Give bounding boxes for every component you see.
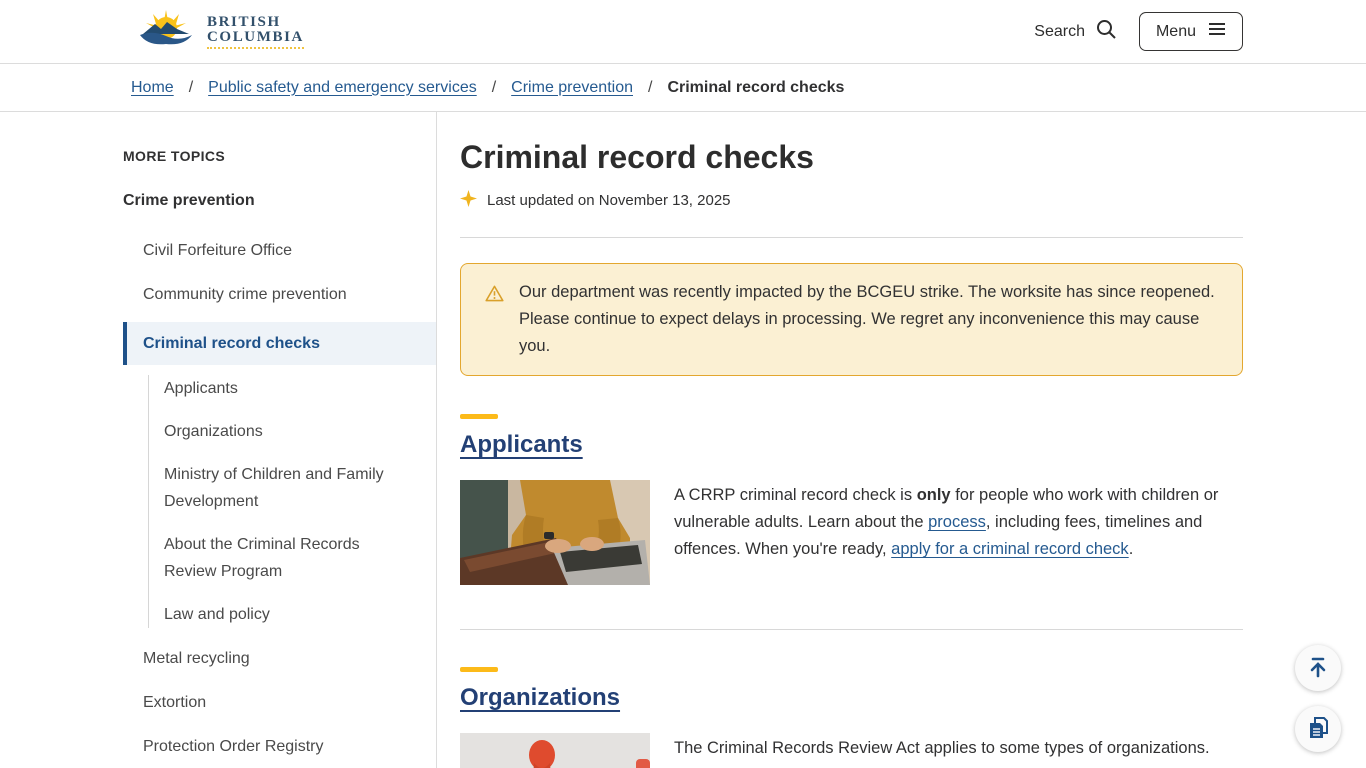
sparkle-star-icon — [460, 190, 477, 211]
apply-criminal-record-check-link[interactable]: apply for a criminal record check — [891, 540, 1129, 558]
warning-alert: Our department was recently impacted by … — [460, 263, 1243, 376]
sidebar-nav: MORE TOPICS Crime prevention Civil Forfe… — [123, 112, 437, 768]
breadcrumb-current-page: Criminal record checks — [667, 79, 844, 97]
organizations-section: The Criminal Records Review Act applies … — [460, 733, 1243, 768]
breadcrumb-crime-prevention-link[interactable]: Crime prevention — [511, 79, 633, 97]
breadcrumb-public-safety-link[interactable]: Public safety and emergency services — [208, 79, 477, 97]
organizations-paragraph: The Criminal Records Review Act applies … — [674, 735, 1230, 768]
applicants-image — [460, 480, 650, 585]
hamburger-icon — [1208, 22, 1226, 41]
search-label: Search — [1034, 23, 1085, 41]
applicants-text-1: A CRRP criminal record check is — [674, 486, 917, 504]
sidebar-item-metal-recycling[interactable]: Metal recycling — [143, 645, 413, 672]
applicants-paragraph: A CRRP criminal record check is only for… — [674, 482, 1230, 569]
divider — [460, 237, 1243, 238]
copy-pages-icon — [1307, 716, 1329, 743]
applicants-text-4: . — [1129, 540, 1134, 558]
breadcrumb-separator: / — [648, 79, 652, 97]
bc-gov-logo-text: BRITISH COLUMBIA — [207, 15, 304, 49]
applicants-section: A CRRP criminal record check is only for… — [460, 480, 1243, 585]
organizations-image — [460, 733, 650, 768]
sidebar-item-criminal-record-checks-active[interactable]: Criminal record checks — [123, 322, 436, 365]
sidebar-subnav: Applicants Organizations Ministry of Chi… — [148, 375, 436, 628]
process-link[interactable]: process — [928, 513, 986, 531]
bc-gov-emblem-icon — [133, 7, 199, 56]
arrow-up-icon — [1306, 655, 1330, 682]
applicants-heading-link[interactable]: Applicants — [460, 431, 583, 458]
breadcrumb-home-link[interactable]: Home — [131, 79, 174, 97]
warning-alert-text: Our department was recently impacted by … — [519, 279, 1218, 360]
sidebar-item-about-crrp[interactable]: About the Criminal Records Review Progra… — [149, 531, 387, 585]
applicants-text-bold: only — [917, 486, 951, 504]
breadcrumb-separator: / — [492, 79, 496, 97]
sidebar-item-mcfd[interactable]: Ministry of Children and Family Developm… — [149, 461, 387, 515]
menu-label: Menu — [1156, 23, 1196, 41]
search-button[interactable]: Search — [1034, 18, 1117, 45]
sidebar-item-applicants[interactable]: Applicants — [149, 375, 402, 402]
breadcrumb-bar: Home / Public safety and emergency servi… — [0, 64, 1366, 112]
sidebar-item-law-and-policy[interactable]: Law and policy — [149, 601, 402, 628]
sidebar-item-community-crime-prevention[interactable]: Community crime prevention — [143, 281, 413, 308]
last-updated-text: Last updated on November 13, 2025 — [487, 192, 731, 209]
site-header: BRITISH COLUMBIA Search Menu — [0, 0, 1366, 64]
bc-gov-logo[interactable]: BRITISH COLUMBIA — [123, 7, 304, 56]
warning-triangle-icon — [485, 284, 504, 360]
main-content: Criminal record checks Last updated on N… — [437, 112, 1243, 768]
section-accent-bar — [460, 414, 498, 419]
logo-line-2: COLUMBIA — [207, 30, 304, 49]
sidebar-heading: MORE TOPICS — [123, 148, 436, 164]
section-accent-bar — [460, 667, 498, 672]
divider — [460, 629, 1243, 630]
applicants-section-heading: Applicants — [460, 430, 1243, 460]
organizations-section-heading: Organizations — [460, 683, 1243, 713]
sidebar-item-civil-forfeiture-office[interactable]: Civil Forfeiture Office — [143, 237, 413, 264]
breadcrumb: Home / Public safety and emergency servi… — [123, 64, 1243, 111]
breadcrumb-separator: / — [189, 79, 193, 97]
logo-line-1: BRITISH — [207, 15, 304, 30]
back-to-top-button[interactable] — [1295, 645, 1341, 691]
search-icon — [1095, 18, 1117, 45]
page-title: Criminal record checks — [460, 139, 1243, 176]
menu-button[interactable]: Menu — [1139, 12, 1243, 51]
sidebar-item-organizations[interactable]: Organizations — [149, 418, 402, 445]
copy-page-button[interactable] — [1295, 706, 1341, 752]
sidebar-item-crime-prevention[interactable]: Crime prevention — [123, 192, 436, 210]
organizations-heading-link[interactable]: Organizations — [460, 684, 620, 711]
sidebar-item-protection-order-registry[interactable]: Protection Order Registry — [143, 733, 413, 760]
last-updated-row: Last updated on November 13, 2025 — [460, 190, 1243, 211]
sidebar-item-extortion[interactable]: Extortion — [143, 689, 413, 716]
